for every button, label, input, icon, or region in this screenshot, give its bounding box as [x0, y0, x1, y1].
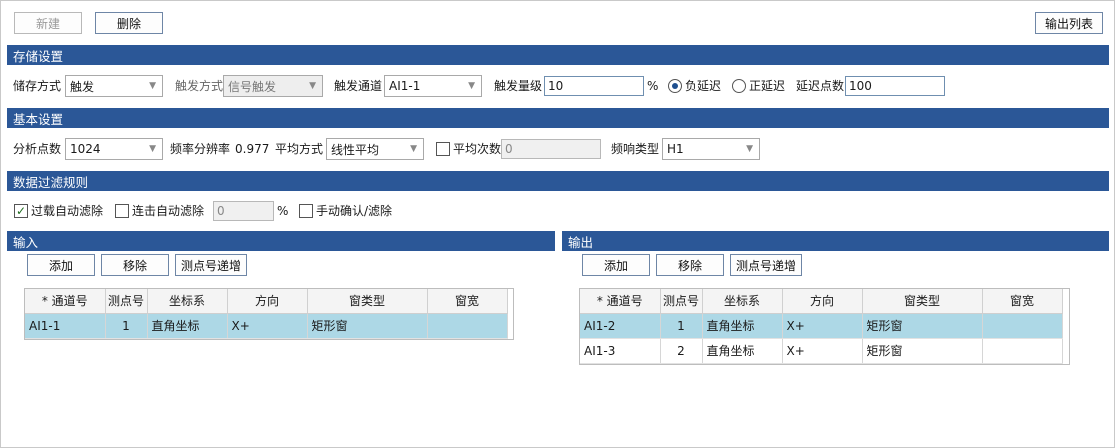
- trigger-level-unit: %: [647, 79, 659, 93]
- col-point[interactable]: 测点号: [660, 289, 703, 314]
- table-row[interactable]: AI1-2 1 直角坐标 X+ 矩形窗: [580, 313, 1063, 339]
- freq-type-label: 频响类型: [611, 142, 660, 156]
- output-increment-button[interactable]: 测点号递增: [730, 254, 802, 276]
- analysis-points-value: 1024: [70, 142, 101, 156]
- new-button[interactable]: 新建: [14, 12, 82, 34]
- trigger-mode-select[interactable]: 信号触发 ▼: [223, 75, 323, 97]
- output-list-button[interactable]: 输出列表: [1035, 12, 1103, 34]
- input-increment-button[interactable]: 测点号递增: [175, 254, 247, 276]
- pos-delay-label: 正延迟: [749, 79, 786, 93]
- input-section-header: 输入: [7, 231, 555, 251]
- cell-direction[interactable]: X+: [782, 313, 863, 339]
- chevron-down-icon: ▼: [746, 144, 753, 154]
- table-row[interactable]: AI1-3 2 直角坐标 X+ 矩形窗: [580, 338, 1063, 364]
- chevron-down-icon: ▼: [309, 81, 316, 91]
- delete-button[interactable]: 删除: [95, 12, 163, 34]
- cell-channel[interactable]: AI1-2: [580, 313, 661, 339]
- cell-coord[interactable]: 直角坐标: [702, 313, 783, 339]
- trigger-level-label: 触发量级: [494, 79, 543, 93]
- neg-delay-radio[interactable]: [668, 79, 682, 93]
- table-row[interactable]: AI1-1 1 直角坐标 X+ 矩形窗: [25, 313, 508, 339]
- trigger-mode-value: 信号触发: [228, 79, 277, 94]
- cell-coord[interactable]: 直角坐标: [147, 313, 228, 339]
- cell-direction[interactable]: X+: [227, 313, 308, 339]
- output-add-button[interactable]: 添加: [582, 254, 650, 276]
- storage-section-header: 存储设置: [7, 45, 1109, 65]
- cell-point[interactable]: 1: [105, 313, 148, 339]
- table-header-row: * 通道号 测点号 坐标系 方向 窗类型 窗宽: [25, 289, 508, 314]
- analysis-points-select[interactable]: 1024 ▼: [65, 138, 163, 160]
- avg-count-label: 平均次数: [453, 142, 502, 156]
- cell-window-width[interactable]: [982, 338, 1063, 364]
- trigger-channel-select[interactable]: AI1-1 ▼: [384, 75, 482, 97]
- output-section-header: 输出: [562, 231, 1109, 251]
- cell-window-type[interactable]: 矩形窗: [862, 338, 983, 364]
- avg-mode-select[interactable]: 线性平均 ▼: [326, 138, 424, 160]
- save-mode-label: 储存方式: [13, 79, 62, 93]
- burst-filter-label: 连击自动滤除: [132, 204, 205, 218]
- col-coord[interactable]: 坐标系: [147, 289, 228, 314]
- trigger-channel-value: AI1-1: [389, 79, 421, 93]
- avg-count-checkbox[interactable]: [436, 142, 450, 156]
- freq-type-select[interactable]: H1 ▼: [662, 138, 760, 160]
- input-table: * 通道号 测点号 坐标系 方向 窗类型 窗宽 AI1-1 1 直角坐标 X+ …: [24, 288, 514, 340]
- col-point[interactable]: 测点号: [105, 289, 148, 314]
- delay-points-label: 延迟点数: [796, 79, 845, 93]
- burst-filter-checkbox[interactable]: [115, 204, 129, 218]
- delay-points-input[interactable]: 100: [845, 76, 945, 96]
- cell-channel[interactable]: AI1-1: [25, 313, 106, 339]
- cell-point[interactable]: 1: [660, 313, 703, 339]
- cell-window-width[interactable]: [427, 313, 508, 339]
- cell-channel[interactable]: AI1-3: [580, 338, 661, 364]
- neg-delay-label: 负延迟: [685, 79, 722, 93]
- output-table: * 通道号 测点号 坐标系 方向 窗类型 窗宽 AI1-2 1 直角坐标 X+ …: [579, 288, 1070, 365]
- chevron-down-icon: ▼: [410, 144, 417, 154]
- cell-window-type[interactable]: 矩形窗: [307, 313, 428, 339]
- save-mode-select[interactable]: 触发 ▼: [65, 75, 163, 97]
- col-coord[interactable]: 坐标系: [702, 289, 783, 314]
- check-icon: ✓: [15, 204, 27, 218]
- cell-direction[interactable]: X+: [782, 338, 863, 364]
- col-channel[interactable]: * 通道号: [25, 289, 106, 314]
- manual-filter-checkbox[interactable]: [299, 204, 313, 218]
- input-add-button[interactable]: 添加: [27, 254, 95, 276]
- filter-section-header: 数据过滤规则: [7, 171, 1109, 191]
- cell-point[interactable]: 2: [660, 338, 703, 364]
- col-channel[interactable]: * 通道号: [580, 289, 661, 314]
- col-direction[interactable]: 方向: [227, 289, 308, 314]
- table-header-row: * 通道号 测点号 坐标系 方向 窗类型 窗宽: [580, 289, 1063, 314]
- avg-mode-label: 平均方式: [275, 142, 324, 156]
- save-mode-value: 触发: [70, 79, 95, 94]
- trigger-level-input[interactable]: 10: [544, 76, 644, 96]
- cell-window-type[interactable]: 矩形窗: [862, 313, 983, 339]
- chevron-down-icon: ▼: [468, 81, 475, 91]
- freq-type-value: H1: [667, 142, 684, 156]
- burst-filter-input[interactable]: 0: [213, 201, 274, 221]
- col-window-width[interactable]: 窗宽: [982, 289, 1063, 314]
- burst-filter-unit: %: [277, 204, 289, 218]
- overload-filter-checkbox[interactable]: ✓: [14, 204, 28, 218]
- freq-res-label: 频率分辨率: [170, 142, 231, 156]
- chevron-down-icon: ▼: [149, 81, 156, 91]
- cell-coord[interactable]: 直角坐标: [702, 338, 783, 364]
- output-remove-button[interactable]: 移除: [656, 254, 724, 276]
- col-window-width[interactable]: 窗宽: [427, 289, 508, 314]
- main-window: 新建 删除 输出列表 存储设置 储存方式 触发 ▼ 触发方式 信号触发 ▼ 触发…: [0, 0, 1115, 448]
- chevron-down-icon: ▼: [149, 144, 156, 154]
- analysis-points-label: 分析点数: [13, 142, 62, 156]
- trigger-mode-label: 触发方式: [175, 79, 224, 93]
- cell-window-width[interactable]: [982, 313, 1063, 339]
- manual-filter-label: 手动确认/滤除: [316, 204, 393, 218]
- input-remove-button[interactable]: 移除: [101, 254, 169, 276]
- col-direction[interactable]: 方向: [782, 289, 863, 314]
- freq-res-value: 0.977: [235, 142, 270, 156]
- overload-filter-label: 过载自动滤除: [31, 204, 104, 218]
- col-window-type[interactable]: 窗类型: [307, 289, 428, 314]
- basic-section-header: 基本设置: [7, 108, 1109, 128]
- trigger-channel-label: 触发通道: [334, 79, 383, 93]
- pos-delay-radio[interactable]: [732, 79, 746, 93]
- col-window-type[interactable]: 窗类型: [862, 289, 983, 314]
- avg-count-input[interactable]: 0: [501, 139, 601, 159]
- avg-mode-value: 线性平均: [331, 142, 380, 157]
